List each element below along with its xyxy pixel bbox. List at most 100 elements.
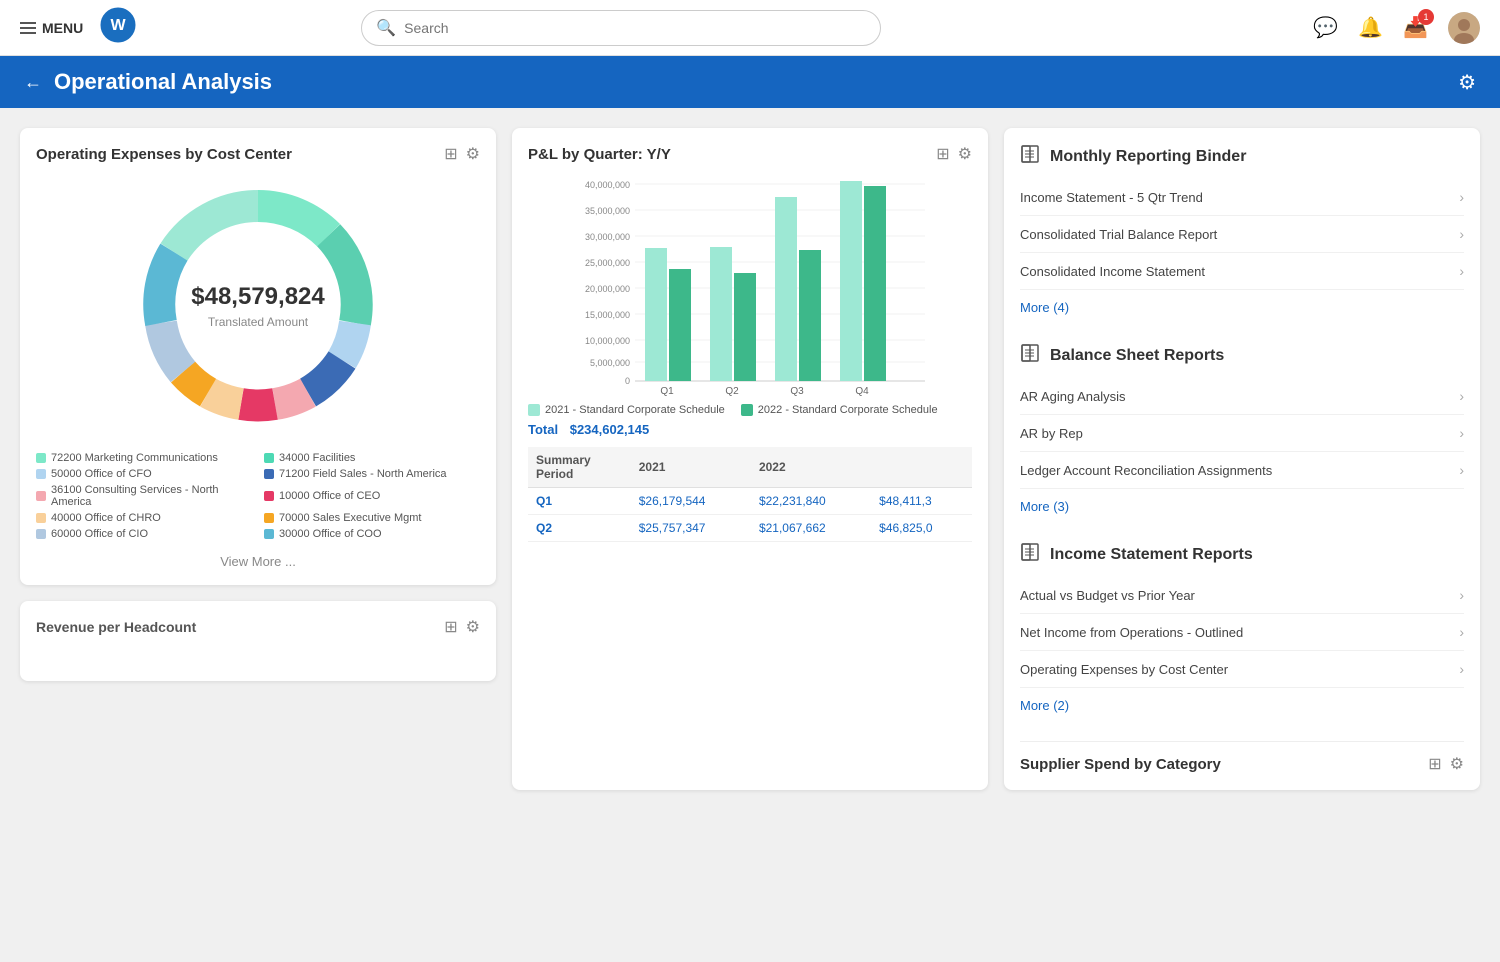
svg-text:Q1: Q1 — [660, 386, 674, 396]
legend-label: 10000 Office of CEO — [279, 490, 380, 502]
donut-filter-icon[interactable]: ⊞ — [444, 144, 457, 164]
report-item[interactable]: AR by Rep › — [1020, 415, 1464, 452]
chat-icon[interactable]: 💬 — [1313, 15, 1338, 40]
chart-total: Total $234,602,145 — [528, 422, 972, 437]
legend-item: 10000 Office of CEO — [264, 484, 480, 508]
report-item-label: Net Income from Operations - Outlined — [1020, 625, 1243, 640]
search-bar[interactable]: 🔍 — [361, 10, 881, 46]
page-settings-icon[interactable]: ⚙ — [1458, 70, 1476, 95]
report-item[interactable]: Consolidated Income Statement › — [1020, 253, 1464, 290]
legend-dot — [36, 491, 46, 501]
legend-dot — [36, 469, 46, 479]
legend-label: 34000 Facilities — [279, 452, 355, 464]
workday-logo-icon: W — [99, 6, 137, 44]
legend-2022-label: 2022 - Standard Corporate Schedule — [758, 404, 938, 416]
bar-filter-icon[interactable]: ⊞ — [936, 144, 949, 164]
summary-table: SummaryPeriod 2021 2022 Q1 $26,179,544 $… — [528, 447, 972, 542]
bar-card-title: P&L by Quarter: Y/Y — [528, 146, 671, 163]
inbox-badge: 1 — [1418, 9, 1434, 25]
table-header-period: SummaryPeriod — [528, 447, 631, 488]
legend-label: 72200 Marketing Communications — [51, 452, 218, 464]
legend-2021-dot — [528, 404, 540, 416]
view-more-button[interactable]: View More ... — [36, 554, 480, 569]
user-avatar[interactable] — [1448, 12, 1480, 44]
report-item[interactable]: Net Income from Operations - Outlined › — [1020, 614, 1464, 651]
legend-item: 60000 Office of CIO — [36, 528, 252, 540]
report-item[interactable]: Operating Expenses by Cost Center › — [1020, 651, 1464, 688]
legend-dot — [264, 453, 274, 463]
legend-label: 60000 Office of CIO — [51, 528, 148, 540]
report-item[interactable]: More (3) — [1020, 489, 1464, 524]
report-item[interactable]: Ledger Account Reconciliation Assignment… — [1020, 452, 1464, 489]
report-section-header-balance: Balance Sheet Reports — [1020, 343, 1464, 368]
legend-dot — [264, 491, 274, 501]
chart-legend: 2021 - Standard Corporate Schedule 2022 … — [528, 404, 972, 416]
report-item[interactable]: Actual vs Budget vs Prior Year › — [1020, 577, 1464, 614]
menu-button[interactable]: MENU — [20, 20, 83, 36]
donut-card: Operating Expenses by Cost Center ⊞ ⚙ — [20, 128, 496, 585]
svg-text:40,000,000: 40,000,000 — [585, 180, 630, 190]
report-section-icon — [1020, 144, 1040, 169]
revenue-card: Revenue per Headcount ⊞ ⚙ — [20, 601, 496, 681]
report-item[interactable]: More (4) — [1020, 290, 1464, 325]
cell-2022: $21,067,662 — [751, 515, 871, 542]
report-section-monthly: Monthly Reporting Binder Income Statemen… — [1020, 144, 1464, 325]
svg-text:30,000,000: 30,000,000 — [585, 232, 630, 242]
legend-2022: 2022 - Standard Corporate Schedule — [741, 404, 938, 416]
legend-item: 36100 Consulting Services - North Americ… — [36, 484, 252, 508]
legend-dot — [36, 453, 46, 463]
revenue-filter-icon[interactable]: ⊞ — [444, 617, 457, 637]
legend-item: 30000 Office of COO — [264, 528, 480, 540]
supplier-card-stub: Supplier Spend by Category ⊞ ⚙ — [1020, 741, 1464, 774]
supplier-settings-icon[interactable]: ⚙ — [1450, 754, 1464, 774]
search-icon: 🔍 — [376, 18, 396, 38]
cell-period[interactable]: Q2 — [528, 515, 631, 542]
svg-text:W: W — [111, 17, 127, 34]
donut-settings-icon[interactable]: ⚙ — [466, 144, 480, 164]
legend-dot — [264, 529, 274, 539]
report-section-balance: Balance Sheet Reports AR Aging Analysis … — [1020, 343, 1464, 524]
svg-text:Q2: Q2 — [725, 386, 739, 396]
supplier-filter-icon[interactable]: ⊞ — [1428, 754, 1441, 774]
legend-dot — [36, 513, 46, 523]
notification-icon[interactable]: 🔔 — [1358, 15, 1383, 40]
report-item[interactable]: Consolidated Trial Balance Report › — [1020, 216, 1464, 253]
bar-card-header: P&L by Quarter: Y/Y ⊞ ⚙ — [528, 144, 972, 164]
svg-text:Q4: Q4 — [855, 386, 869, 396]
back-button[interactable]: ← — [24, 72, 42, 93]
report-item-label: Consolidated Income Statement — [1020, 264, 1205, 279]
legend-label: 71200 Field Sales - North America — [279, 468, 447, 480]
nav-icons: 💬 🔔 📥 1 — [1313, 12, 1480, 44]
search-input[interactable] — [404, 20, 866, 36]
report-item[interactable]: AR Aging Analysis › — [1020, 378, 1464, 415]
revenue-settings-icon[interactable]: ⚙ — [466, 617, 480, 637]
legend-item: 71200 Field Sales - North America — [264, 468, 480, 480]
report-section-header-monthly: Monthly Reporting Binder — [1020, 144, 1464, 169]
report-item[interactable]: More (2) — [1020, 688, 1464, 723]
page-header: ← Operational Analysis ⚙ — [0, 56, 1500, 108]
donut-card-title: Operating Expenses by Cost Center — [36, 146, 292, 163]
donut-chart: $48,579,824 Translated Amount — [128, 176, 388, 436]
report-item-chevron: › — [1459, 624, 1464, 640]
inbox-icon[interactable]: 📥 1 — [1403, 15, 1428, 40]
report-item-chevron: › — [1459, 425, 1464, 441]
donut-svg — [128, 176, 388, 436]
report-item[interactable]: Income Statement - 5 Qtr Trend › — [1020, 179, 1464, 216]
report-item-label: Consolidated Trial Balance Report — [1020, 227, 1217, 242]
svg-text:5,000,000: 5,000,000 — [590, 358, 630, 368]
legend-label: 40000 Office of CHRO — [51, 512, 161, 524]
reports-card: Monthly Reporting Binder Income Statemen… — [1004, 128, 1480, 790]
bar-settings-icon[interactable]: ⚙ — [958, 144, 972, 164]
report-item-chevron: › — [1459, 388, 1464, 404]
report-item-label: More (4) — [1020, 300, 1069, 315]
report-item-chevron: › — [1459, 462, 1464, 478]
legend-dot — [36, 529, 46, 539]
table-row: Q2 $25,757,347 $21,067,662 $46,825,0 — [528, 515, 972, 542]
legend-dot — [264, 469, 274, 479]
report-item-label: Income Statement - 5 Qtr Trend — [1020, 190, 1203, 205]
bar-chart-svg: 40,000,000 35,000,000 30,000,000 25,000,… — [528, 176, 972, 396]
report-item-label: More (2) — [1020, 698, 1069, 713]
bar-card-actions: ⊞ ⚙ — [936, 144, 972, 164]
cell-period[interactable]: Q1 — [528, 488, 631, 515]
logo[interactable]: W — [99, 6, 137, 49]
